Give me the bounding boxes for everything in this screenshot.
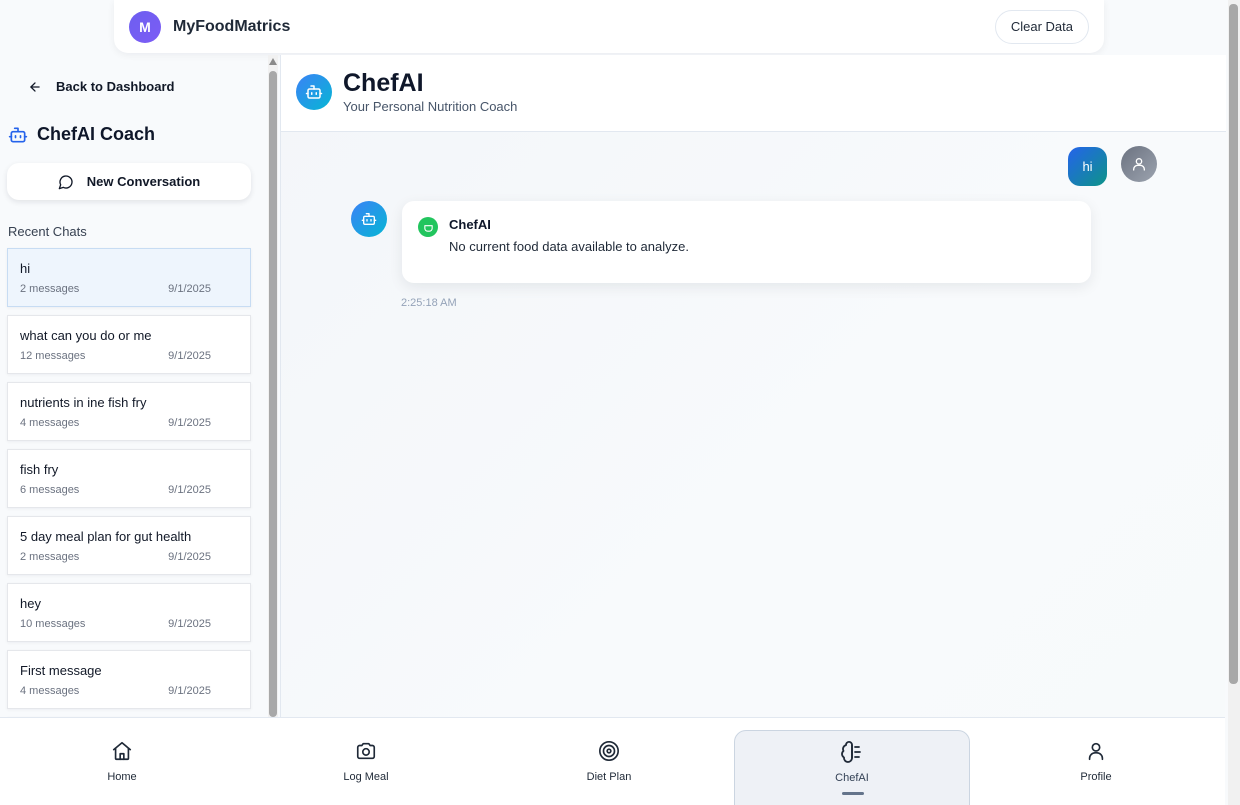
coach-title: ChefAI Coach xyxy=(8,124,155,145)
nav-item-chefai[interactable]: ChefAI xyxy=(734,730,970,805)
chefai-badge xyxy=(418,217,438,237)
new-conversation-label: New Conversation xyxy=(86,174,201,189)
nav-item-log-meal[interactable]: Log Meal xyxy=(248,718,484,805)
nav-label-log-meal: Log Meal xyxy=(343,771,389,783)
user-icon xyxy=(1133,158,1145,171)
bot-icon xyxy=(305,85,323,99)
chat-list-item[interactable]: fish fry 6 messages 9/1/2025 xyxy=(7,449,251,508)
chefai-avatar xyxy=(296,74,332,110)
app-header: M MyFoodMatrics Clear Data xyxy=(114,0,1104,53)
chat-item-count: 2 messages xyxy=(20,551,80,563)
chat-item-count: 4 messages xyxy=(20,417,80,429)
bot-icon xyxy=(8,127,28,142)
home-icon xyxy=(111,739,133,763)
user-avatar xyxy=(1121,146,1157,182)
app-logo-avatar: M xyxy=(129,10,161,43)
chat-item-date: 9/1/2025 xyxy=(168,551,211,563)
recent-chats-heading: Recent Chats xyxy=(8,224,87,239)
back-to-dashboard-link[interactable]: Back to Dashboard xyxy=(28,79,174,94)
nav-label-chefai: ChefAI xyxy=(835,772,869,784)
bottom-navigation: Home Log Meal Diet Plan ChefAI Profile xyxy=(0,717,1225,805)
chat-item-title: hi xyxy=(20,261,31,276)
coach-title-text: ChefAI Coach xyxy=(37,124,156,144)
arrow-left-icon xyxy=(30,81,40,92)
target-icon xyxy=(598,739,620,763)
nav-label-diet-plan: Diet Plan xyxy=(586,771,632,783)
chat-list-item[interactable]: nutrients in ine fish fry 4 messages 9/1/… xyxy=(7,382,251,441)
nav-label-home: Home xyxy=(107,771,137,783)
back-to-dashboard-label: Back to Dashboard xyxy=(56,79,175,94)
recent-chats-list: hi 2 messages 9/1/2025 what can you do or… xyxy=(7,248,251,717)
chat-item-title: hey xyxy=(20,596,41,611)
message-circle-icon xyxy=(58,174,73,189)
chat-item-title: what can you do or me xyxy=(20,328,152,343)
chat-item-count: 10 messages xyxy=(20,618,86,630)
message-timestamp: 2:25:18 AM xyxy=(401,297,457,309)
chat-list-item[interactable]: hey 10 messages 9/1/2025 xyxy=(7,583,251,642)
bot-message-card: ChefAI No current food data available to… xyxy=(402,201,1091,283)
nav-item-home[interactable]: Home xyxy=(4,718,240,805)
cooking-pot-icon xyxy=(423,224,433,232)
chat-item-date: 9/1/2025 xyxy=(168,618,211,630)
chat-panel: ChefAI Your Personal Nutrition Coach hi … xyxy=(280,55,1226,717)
app-name: MyFoodMatrics xyxy=(173,17,291,35)
bot-message-text: No current food data available to analyz… xyxy=(449,239,689,254)
camera-icon xyxy=(355,739,377,763)
brain-icon xyxy=(840,740,864,764)
nav-label-profile: Profile xyxy=(1080,771,1112,783)
chat-list-item[interactable]: hi 2 messages 9/1/2025 xyxy=(7,248,251,307)
chat-item-date: 9/1/2025 xyxy=(168,350,211,362)
scroll-up-arrow-icon[interactable] xyxy=(269,58,277,65)
page-scrollbar[interactable] xyxy=(1228,0,1240,805)
chat-item-title: nutrients in ine fish fry xyxy=(20,395,147,410)
chat-subtitle: Your Personal Nutrition Coach xyxy=(343,99,518,114)
new-conversation-button[interactable]: New Conversation xyxy=(7,163,251,200)
sidebar-scrollbar[interactable] xyxy=(268,55,278,717)
chat-item-count: 4 messages xyxy=(20,685,80,697)
chat-item-date: 9/1/2025 xyxy=(168,484,211,496)
nav-item-diet-plan[interactable]: Diet Plan xyxy=(491,718,727,805)
chat-item-count: 6 messages xyxy=(20,484,80,496)
chat-item-date: 9/1/2025 xyxy=(168,685,211,697)
active-indicator xyxy=(842,792,864,795)
sidebar-scrollbar-thumb[interactable] xyxy=(269,71,277,717)
chat-item-date: 9/1/2025 xyxy=(168,417,211,429)
chat-item-title: First message xyxy=(20,663,102,678)
chat-list-item[interactable]: 5 day meal plan for gut health 2 message… xyxy=(7,516,251,575)
chat-item-title: 5 day meal plan for gut health xyxy=(20,529,192,544)
chat-list-item[interactable]: what can you do or me 12 messages 9/1/202… xyxy=(7,315,251,374)
chat-item-count: 12 messages xyxy=(20,350,86,362)
user-icon xyxy=(1085,739,1107,763)
bot-message-author: ChefAI xyxy=(449,217,491,232)
chat-item-count: 2 messages xyxy=(20,283,80,295)
chat-item-title: fish fry xyxy=(20,462,59,477)
user-message-bubble: hi xyxy=(1068,147,1107,186)
page-scrollbar-thumb[interactable] xyxy=(1229,4,1238,684)
chat-sidebar: Back to Dashboard ChefAI Coach New Conve… xyxy=(0,55,268,717)
nav-item-profile[interactable]: Profile xyxy=(978,718,1214,805)
chat-title: ChefAI xyxy=(343,69,424,97)
bot-icon xyxy=(361,213,377,225)
clear-data-button[interactable]: Clear Data xyxy=(994,9,1089,44)
chat-list-item[interactable]: First message 4 messages 9/1/2025 xyxy=(7,650,251,709)
chat-item-date: 9/1/2025 xyxy=(168,283,211,295)
bot-message-avatar xyxy=(351,201,387,237)
chat-header: ChefAI Your Personal Nutrition Coach xyxy=(281,55,1226,132)
